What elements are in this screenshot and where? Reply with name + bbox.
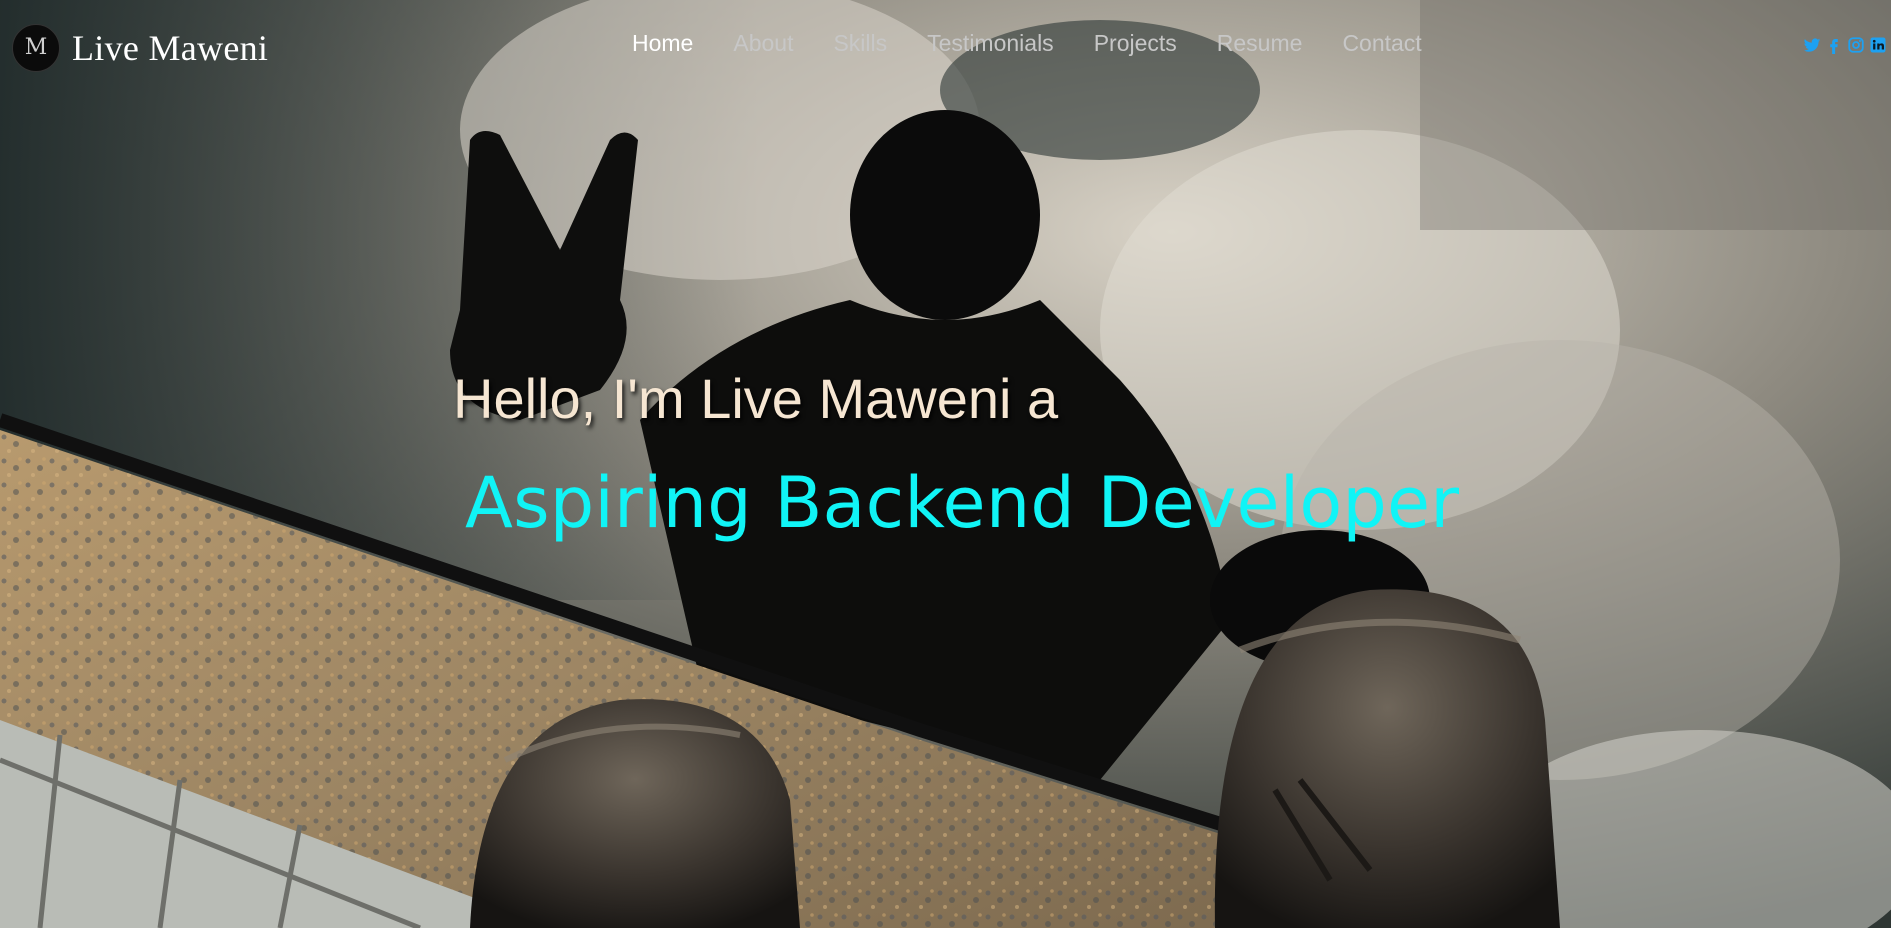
facebook-icon[interactable] — [1825, 36, 1843, 54]
nav-item-projects[interactable]: Projects — [1094, 30, 1177, 57]
social-links — [1803, 36, 1887, 54]
main-nav: Home About Skills Testimonials Projects … — [632, 30, 1422, 57]
brand-logo[interactable]: M — [12, 24, 60, 72]
brand-logo-letter: M — [24, 35, 48, 60]
nav-item-testimonials[interactable]: Testimonials — [927, 30, 1054, 57]
instagram-icon[interactable] — [1847, 36, 1865, 54]
hero-role: Aspiring Backend Developer — [465, 462, 1460, 544]
hero-greeting: Hello, I'm Live Maweni a — [453, 367, 1059, 430]
nav-item-home[interactable]: Home — [632, 30, 693, 57]
nav-item-contact[interactable]: Contact — [1342, 30, 1421, 57]
linkedin-icon[interactable] — [1869, 36, 1887, 54]
nav-item-resume[interactable]: Resume — [1217, 30, 1303, 57]
nav-item-about[interactable]: About — [733, 30, 793, 57]
hero-section: M Live Maweni Home About Skills Testimon… — [0, 0, 1891, 928]
twitter-icon[interactable] — [1803, 36, 1821, 54]
nav-item-skills[interactable]: Skills — [833, 30, 887, 57]
site-header: M Live Maweni Home About Skills Testimon… — [0, 0, 1891, 90]
brand[interactable]: M Live Maweni — [12, 24, 268, 72]
brand-name[interactable]: Live Maweni — [72, 27, 268, 69]
